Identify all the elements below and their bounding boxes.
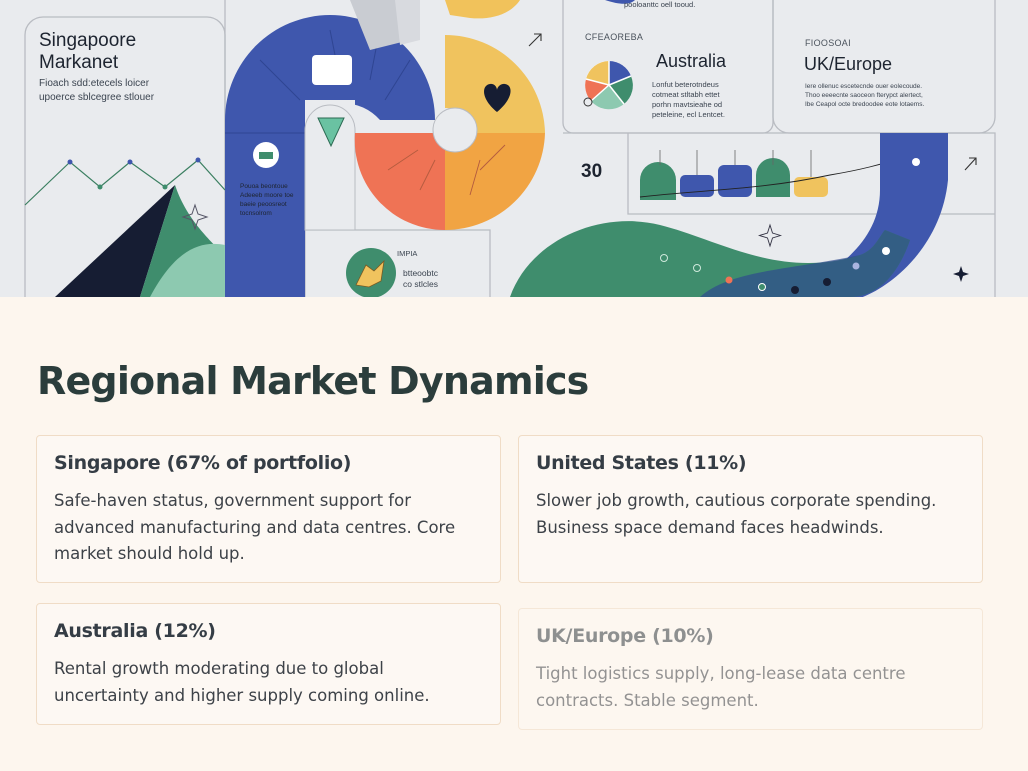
card-title: Singapore (67% of portfolio): [54, 452, 352, 474]
card-body: Slower job growth, cautious corporate sp…: [536, 491, 937, 537]
hero-left-tiny-4: tocnsolrom: [240, 210, 272, 217]
card-title: United States (11%): [536, 452, 747, 474]
region-card-singapore: Singapore (67% of portfolio) Safe-haven …: [36, 435, 501, 583]
hero-left-tiny-2: Adeeeb moore toe: [240, 192, 294, 199]
hero-singapore-title-2: Markanet: [39, 52, 119, 73]
hero-singapore-desc-2: upoerce sblcegree stlouer: [39, 92, 155, 103]
hero-australia-title: Australia: [656, 51, 727, 71]
section-title: Regional Market Dynamics: [37, 359, 589, 403]
hero-uk-caption: FIOOSOAI: [805, 38, 851, 48]
hero-uk-desc-3: Ibe Ceapol octe bredoodee eote lotaems.: [805, 101, 925, 108]
hero-uk-desc-1: Iere ollenuc escetecnde ouer eolecoude.: [805, 83, 923, 90]
hero-left-tiny-1: Pouoa beontoue: [240, 183, 288, 190]
hero-australia-caption: CFEAOREBA: [585, 32, 644, 42]
hero-uk-desc-2: Thoo eeeecnte saoceon fterypct alertect,: [805, 92, 923, 99]
hero-singapore-desc-1: Fioach sdd:etecels loicer: [39, 78, 150, 89]
hero-left-tiny-3: baeie peoosreot: [240, 201, 287, 208]
card-body: Rental growth moderating due to global u…: [54, 659, 430, 705]
hero-top-snippet: pooloanttc oell tooud.: [624, 0, 696, 9]
hero-australia-desc-4: peteleine, ecl Lentcet.: [652, 110, 725, 119]
region-card-united-states: United States (11%) Slower job growth, c…: [518, 435, 983, 583]
region-card-uk-europe: UK/Europe (10%) Tight logistics supply, …: [518, 608, 983, 730]
hero-bottom-line-1: btteoobtc: [403, 268, 438, 278]
hero-bottom-caption: IMPIA: [397, 249, 418, 258]
region-card-australia: Australia (12%) Rental growth moderating…: [36, 603, 501, 725]
hero-uk-title: UK/Europe: [804, 54, 893, 74]
hero-illustration: Singapoore Markanet Fioach sdd:etecels l…: [0, 0, 1028, 297]
card-body: Tight logistics supply, long-lease data …: [536, 664, 906, 710]
hero-australia-desc-2: cotmeat stltabh ettet: [652, 90, 720, 99]
hero-bottom-line-2: co stlcles: [403, 279, 438, 289]
card-title: Australia (12%): [54, 620, 216, 642]
hero-australia-desc-1: Lonfut beterotndeus: [652, 80, 719, 89]
hero-stat-number: 30: [581, 161, 603, 182]
card-body: Safe-haven status, government support fo…: [54, 491, 456, 563]
hero-singapore-title-1: Singapoore: [39, 30, 137, 51]
regional-market-section: Regional Market Dynamics Singapore (67% …: [0, 297, 1028, 771]
card-title: UK/Europe (10%): [536, 625, 714, 647]
hero-australia-desc-3: porhn mavtsieahe od: [652, 100, 723, 109]
hero-artwork: [24, 0, 996, 297]
